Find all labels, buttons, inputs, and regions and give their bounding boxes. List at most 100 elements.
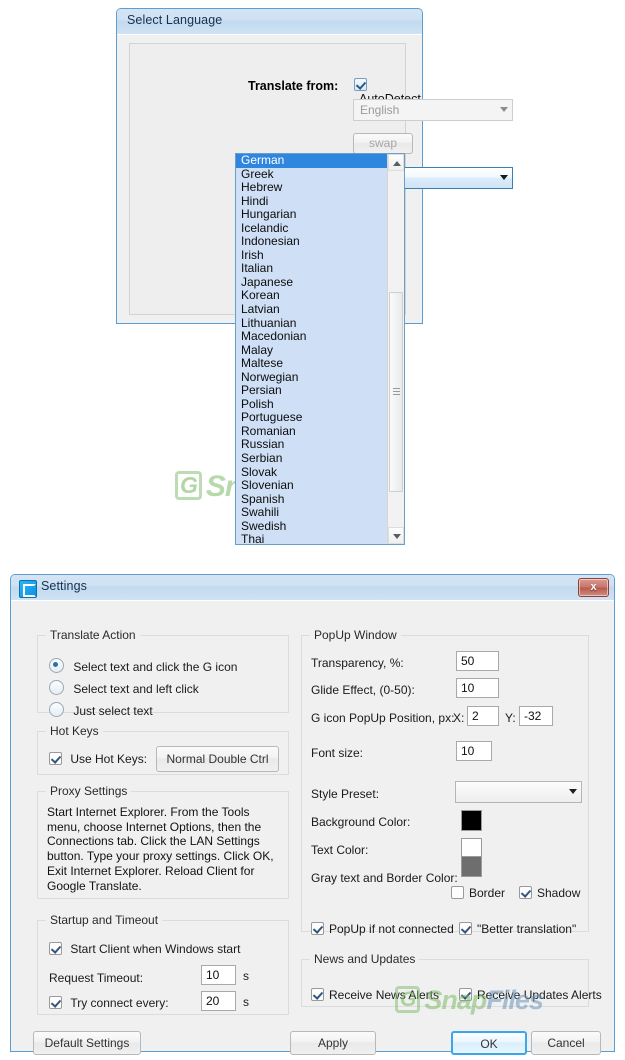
apply-button[interactable]: Apply: [290, 1031, 376, 1055]
language-option[interactable]: Hebrew: [236, 181, 388, 195]
transparency-input[interactable]: 50: [456, 651, 499, 671]
language-option-list[interactable]: German Greek Hebrew Hindi Hungarian Icelandic…: [236, 154, 388, 544]
shadow-checkbox[interactable]: [519, 886, 532, 899]
receive-news-row[interactable]: Receive News Alerts: [311, 988, 439, 1002]
radio-left-click[interactable]: [49, 680, 64, 695]
start-with-windows-checkbox[interactable]: [49, 942, 62, 955]
scroll-up-button[interactable]: [388, 154, 404, 171]
better-translation-row[interactable]: "Better translation": [459, 922, 576, 936]
language-option[interactable]: Greek: [236, 167, 388, 182]
hot-keys-caption: Hot Keys: [46, 724, 103, 738]
language-option[interactable]: Romanian: [236, 424, 388, 439]
popup-position-y-input[interactable]: -32: [519, 706, 553, 726]
language-option[interactable]: Malay: [236, 343, 388, 358]
better-translation-checkbox[interactable]: [459, 922, 472, 935]
hotkey-combo-button[interactable]: Normal Double Ctrl: [156, 746, 279, 772]
scroll-down-button[interactable]: [388, 527, 404, 544]
receive-updates-checkbox[interactable]: [459, 988, 472, 1001]
try-connect-input[interactable]: 20: [201, 991, 236, 1011]
font-size-label: Font size:: [311, 746, 364, 760]
settings-body: Translate Action Select text and click t…: [11, 600, 614, 1055]
radio-just-select[interactable]: [49, 702, 64, 717]
translate-action-option-0[interactable]: Select text and click the G icon: [49, 658, 237, 674]
language-option[interactable]: Italian: [236, 262, 388, 276]
chevron-down-icon: [500, 107, 508, 112]
border-checkbox-row[interactable]: Border: [451, 886, 505, 900]
font-size-input[interactable]: 10: [456, 741, 492, 761]
language-option[interactable]: Irish: [236, 248, 388, 263]
request-timeout-label: Request Timeout:: [49, 971, 144, 985]
translate-action-option-1-label: Select text and left click: [73, 682, 199, 696]
popup-not-connected-checkbox[interactable]: [311, 922, 324, 935]
language-option[interactable]: Norwegian: [236, 370, 388, 385]
ok-button[interactable]: OK: [451, 1031, 527, 1055]
close-icon[interactable]: x: [578, 578, 609, 597]
language-dropdown-list[interactable]: German Greek Hebrew Hindi Hungarian Icelandic…: [235, 153, 405, 545]
border-label: Border: [469, 886, 506, 900]
popup-position-x-input[interactable]: 2: [467, 706, 499, 726]
autodetect-checkbox[interactable]: [354, 78, 367, 91]
language-option[interactable]: German: [236, 154, 388, 168]
watermark-badge: G: [175, 471, 202, 500]
use-hot-keys-checkbox[interactable]: [49, 752, 62, 765]
transparency-label: Transparency, %:: [311, 656, 404, 670]
glide-effect-input[interactable]: 10: [456, 678, 499, 698]
language-option[interactable]: Swahili: [236, 506, 388, 520]
receive-news-label: Receive News Alerts: [329, 988, 440, 1002]
scrollbar-thumb[interactable]: [389, 292, 403, 492]
try-connect-label: Try connect every:: [70, 996, 169, 1010]
receive-news-checkbox[interactable]: [311, 988, 324, 1001]
use-hot-keys-row[interactable]: Use Hot Keys:: [49, 752, 147, 766]
translate-action-option-2[interactable]: Just select text: [49, 702, 153, 718]
popup-position-label: G icon PopUp Position, px:: [311, 711, 455, 725]
better-translation-label: "Better translation": [477, 922, 577, 936]
language-option[interactable]: Icelandic: [236, 221, 388, 236]
swap-button[interactable]: swap: [353, 133, 413, 154]
language-option[interactable]: Slovenian: [236, 479, 388, 493]
language-option[interactable]: Persian: [236, 384, 388, 398]
language-option[interactable]: Indonesian: [236, 235, 388, 249]
start-with-windows-row[interactable]: Start Client when Windows start: [49, 942, 240, 956]
radio-g-icon[interactable]: [49, 658, 64, 673]
language-option[interactable]: Hungarian: [236, 208, 388, 222]
language-option[interactable]: Macedonian: [236, 330, 388, 344]
popup-position-x-label: X:: [453, 711, 465, 725]
popup-not-connected-row[interactable]: PopUp if not connected: [311, 922, 454, 936]
language-option[interactable]: Lithuanian: [236, 316, 388, 331]
border-checkbox[interactable]: [451, 886, 464, 899]
grip-icon: [393, 388, 400, 395]
language-option[interactable]: Polish: [236, 397, 388, 412]
language-option[interactable]: Russian: [236, 438, 388, 452]
language-option[interactable]: Latvian: [236, 303, 388, 317]
request-timeout-input[interactable]: 10: [201, 965, 236, 985]
source-language-combo[interactable]: English: [353, 99, 513, 121]
background-color-swatch[interactable]: [461, 810, 482, 831]
default-settings-button[interactable]: Default Settings: [33, 1031, 141, 1055]
translate-action-option-1[interactable]: Select text and left click: [49, 680, 199, 696]
language-option[interactable]: Spanish: [236, 492, 388, 507]
chevron-down-icon: [569, 789, 577, 794]
language-option[interactable]: Korean: [236, 289, 388, 303]
popup-position-y-label: Y:: [505, 711, 516, 725]
startup-timeout-caption: Startup and Timeout: [46, 913, 163, 927]
gray-border-color-label: Gray text and Border Color:: [311, 871, 458, 885]
language-option[interactable]: Japanese: [236, 275, 388, 290]
language-option[interactable]: Maltese: [236, 357, 388, 371]
shadow-checkbox-row[interactable]: Shadow: [519, 886, 580, 900]
language-option[interactable]: Portuguese: [236, 411, 388, 425]
try-connect-row[interactable]: Try connect every:: [49, 996, 169, 1010]
style-preset-combo[interactable]: [455, 781, 582, 803]
try-connect-checkbox[interactable]: [49, 996, 62, 1009]
language-option[interactable]: Hindi: [236, 194, 388, 209]
receive-updates-row[interactable]: Receive Updates Alerts: [459, 988, 602, 1002]
dropdown-scrollbar[interactable]: [387, 154, 404, 544]
language-option[interactable]: Swedish: [236, 519, 388, 534]
translate-action-caption: Translate Action: [46, 628, 140, 642]
popup-not-connected-label: PopUp if not connected: [329, 922, 454, 936]
language-option[interactable]: Slovak: [236, 465, 388, 480]
gray-border-color-swatch[interactable]: [461, 856, 482, 877]
cancel-button[interactable]: Cancel: [531, 1031, 601, 1055]
select-language-titlebar: Select Language: [117, 9, 422, 35]
language-option[interactable]: Thai: [236, 533, 388, 544]
language-option[interactable]: Serbian: [236, 452, 388, 466]
